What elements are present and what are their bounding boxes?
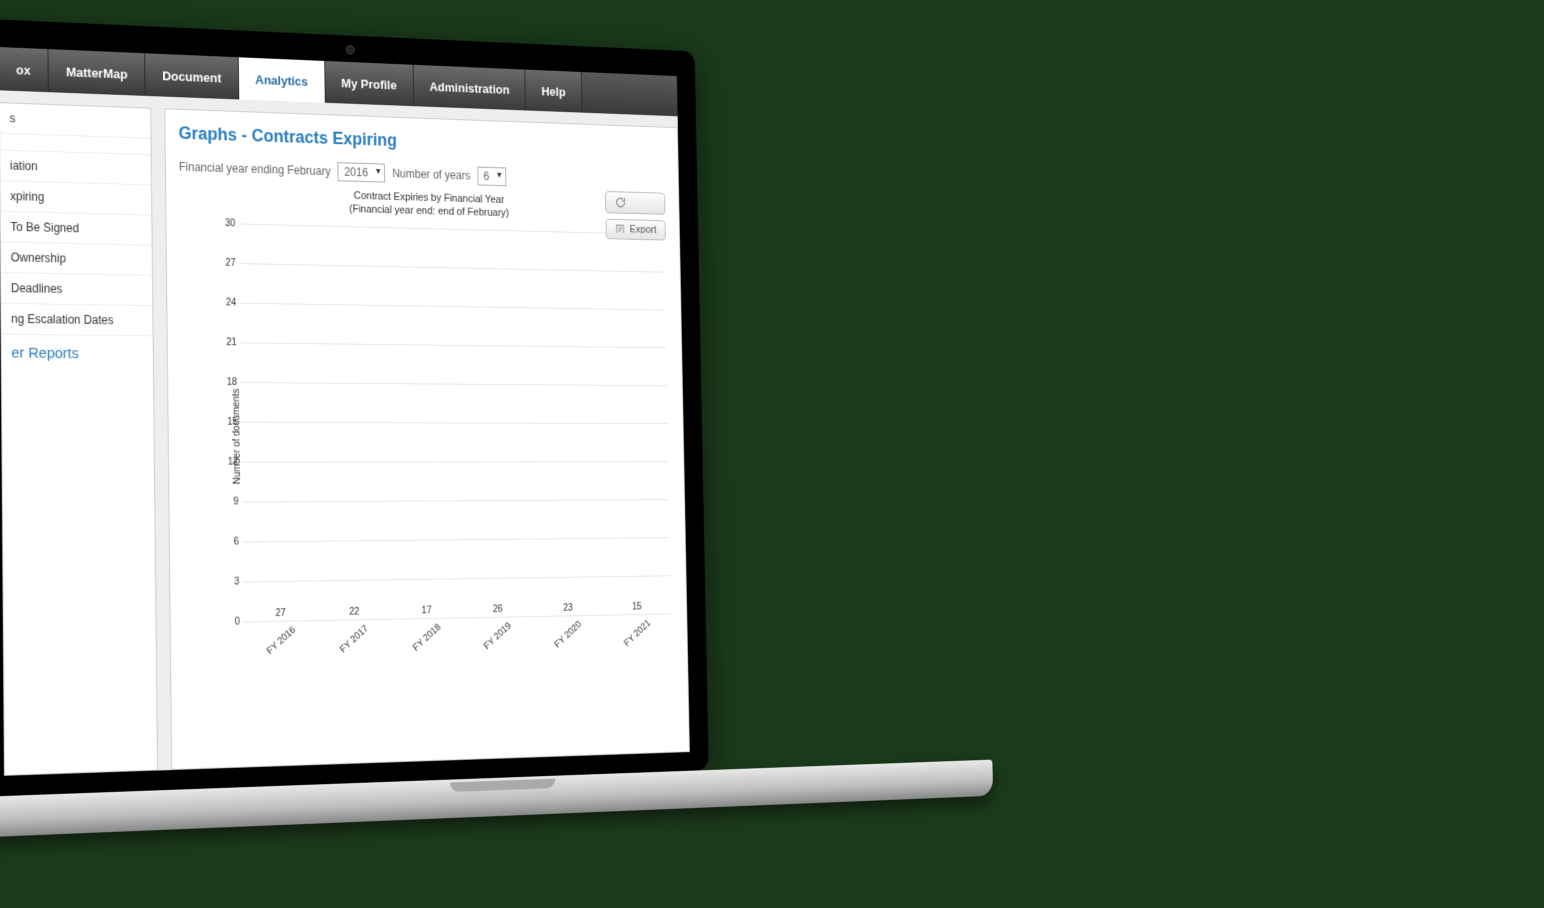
y-tick: 30 [218, 217, 235, 228]
bar-value-label: 17 [422, 605, 432, 616]
bar: 17 [396, 605, 456, 619]
x-tick: FY 2016 [265, 624, 298, 656]
chart-title: Contract Expiries by Financial Year (Fin… [179, 184, 667, 224]
fy-select[interactable]: 2016 [338, 162, 385, 182]
sidebar-item[interactable]: s [0, 103, 151, 139]
x-tick: FY 2021 [622, 617, 652, 648]
tab-my-profile[interactable]: My Profile [325, 61, 414, 106]
bar-value-label: 23 [563, 603, 573, 614]
webcam-icon [346, 45, 355, 55]
y-tick: 12 [221, 456, 238, 467]
page-title: Graphs - Contracts Expiring [178, 123, 665, 160]
bar: 23 [539, 602, 598, 615]
tab-administration[interactable]: Administration [413, 65, 526, 111]
bar: 27 [249, 607, 311, 621]
bar-value-label: 15 [632, 602, 642, 612]
main-panel: Graphs - Contracts Expiring Financial ye… [164, 108, 690, 770]
sidebar-section-header[interactable]: er Reports [2, 335, 153, 373]
y-tick: 0 [223, 616, 240, 627]
refresh-button[interactable] [605, 191, 665, 215]
x-tick: FY 2019 [483, 620, 514, 651]
sidebar-item[interactable]: Ownership [1, 242, 152, 276]
sidebar: s iationxpiringTo Be SignedOwnershipDeadl… [0, 102, 158, 776]
y-tick: 15 [221, 416, 238, 427]
tab-document[interactable]: Document [145, 53, 239, 99]
y-tick: 6 [222, 536, 239, 547]
fy-label: Financial year ending February [179, 160, 331, 178]
bar-value-label: 22 [349, 606, 359, 617]
years-label: Number of years [392, 167, 470, 183]
y-tick: 27 [219, 257, 236, 268]
tab-help[interactable]: Help [526, 70, 583, 113]
chart: Number of documents 272217262315 FY 2016… [213, 222, 675, 651]
tab-analytics[interactable]: Analytics [239, 57, 326, 103]
bar: 22 [323, 606, 384, 620]
sidebar-item[interactable]: Deadlines [1, 273, 152, 306]
y-tick: 18 [220, 376, 237, 387]
bar: 26 [468, 603, 528, 616]
sidebar-item[interactable]: iation [0, 150, 151, 185]
sidebar-item[interactable]: To Be Signed [1, 212, 152, 246]
x-tick: FY 2017 [338, 623, 370, 655]
refresh-icon [615, 196, 627, 209]
bar-value-label: 27 [275, 608, 285, 619]
tab-ox[interactable]: ox [0, 47, 49, 92]
years-select[interactable]: 6 [477, 167, 506, 187]
y-tick: 24 [219, 297, 236, 308]
x-tick: FY 2020 [553, 619, 584, 650]
plot-area: 272217262315 FY 2016FY 2017FY 2018FY 201… [239, 223, 671, 621]
sidebar-item[interactable]: ng Escalation Dates [1, 304, 152, 337]
bar: 15 [608, 601, 666, 614]
chart-area: Export Contract Expiries by Financial Ye… [179, 184, 675, 652]
tab-mattermap[interactable]: MatterMap [49, 49, 146, 96]
y-tick: 3 [223, 576, 240, 587]
y-tick: 21 [220, 336, 237, 347]
sidebar-item[interactable]: xpiring [0, 181, 151, 215]
y-tick: 9 [222, 496, 239, 507]
bar-value-label: 26 [493, 604, 503, 615]
x-tick: FY 2018 [411, 622, 443, 654]
